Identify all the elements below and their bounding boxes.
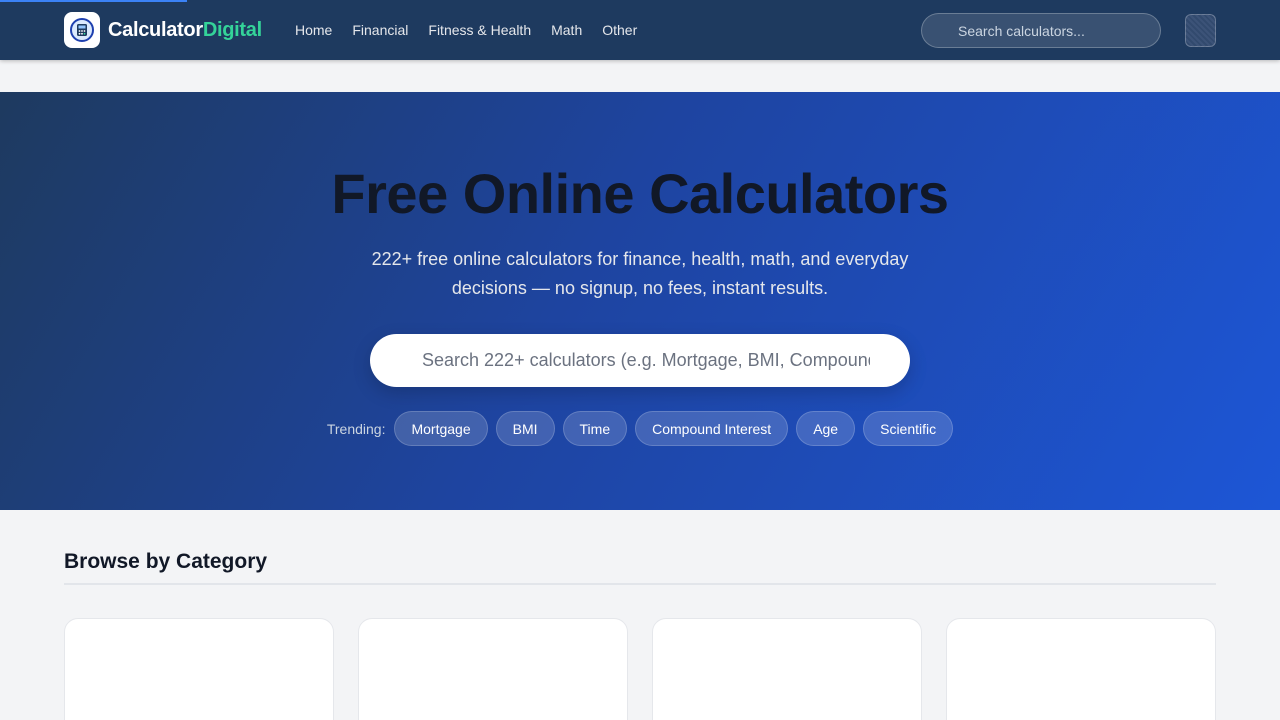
- category-card[interactable]: [652, 618, 922, 720]
- nav-financial[interactable]: Financial: [352, 22, 408, 38]
- nav-other[interactable]: Other: [602, 22, 637, 38]
- category-card[interactable]: [946, 618, 1216, 720]
- hero-title: Free Online Calculators: [331, 162, 949, 225]
- main-nav: Home Financial Fitness & Health Math Oth…: [295, 0, 637, 60]
- trending-chip-scientific[interactable]: Scientific: [863, 411, 954, 446]
- site-logo[interactable]: CalculatorDigital: [64, 12, 262, 48]
- category-card[interactable]: [64, 618, 334, 720]
- trending-chip-bmi[interactable]: BMI: [495, 411, 555, 446]
- trending-label: Trending:: [326, 420, 386, 437]
- nav-math[interactable]: Math: [551, 22, 582, 38]
- category-heading: Browse by Category: [64, 550, 268, 573]
- trending-chip-age[interactable]: Age: [796, 411, 856, 446]
- nav-fitness-health[interactable]: Fitness & Health: [428, 22, 531, 38]
- trending-bar: Trending: Mortgage BMI Time Compound Int…: [0, 411, 1280, 446]
- hero-subtitle: 222+ free online calculators for finance…: [371, 249, 909, 298]
- site-header: CalculatorDigital Home Financial Fitness…: [0, 0, 1280, 60]
- category-card[interactable]: [358, 618, 628, 720]
- nav-home[interactable]: Home: [295, 22, 332, 38]
- section-divider: [64, 583, 1216, 585]
- page-load-progress: [0, 0, 187, 2]
- brand-name-main: Calculator: [108, 18, 203, 41]
- theme-toggle-icon[interactable]: [1185, 14, 1216, 47]
- brand-name-accent: Digital: [202, 18, 262, 41]
- trending-chip-mortgage[interactable]: Mortgage: [394, 411, 488, 446]
- brand-name: CalculatorDigital: [108, 19, 262, 42]
- header-search-input[interactable]: [921, 13, 1161, 48]
- hero-search-input[interactable]: [370, 334, 910, 387]
- trending-chip-time[interactable]: Time: [562, 411, 628, 446]
- calculator-logo-icon: [64, 12, 100, 48]
- trending-chip-compound-interest[interactable]: Compound Interest: [635, 411, 789, 446]
